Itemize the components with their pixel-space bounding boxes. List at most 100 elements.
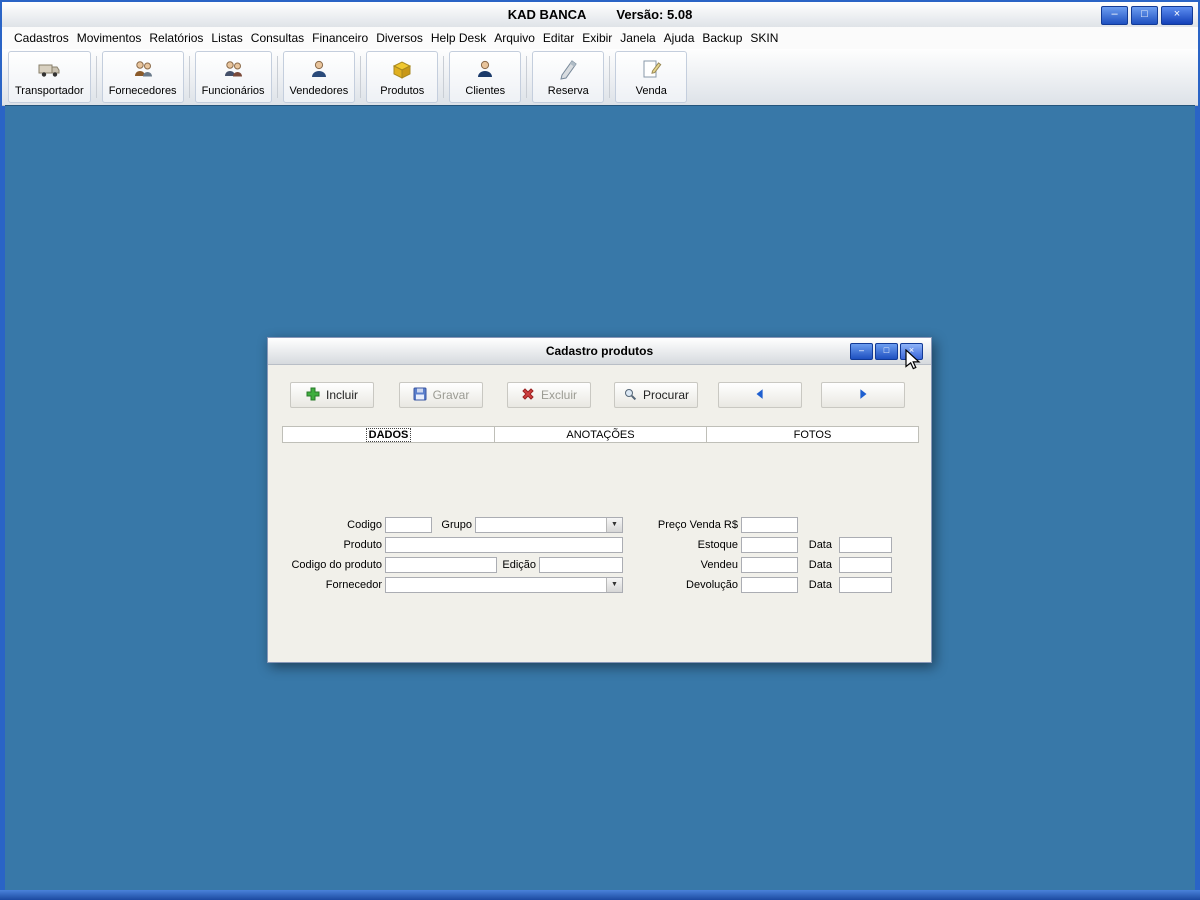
toolbar-fornecedores-button[interactable]: Fornecedores — [101, 51, 184, 103]
menu-backup[interactable]: Backup — [698, 29, 746, 47]
tab-dados[interactable]: DADOS — [282, 426, 495, 443]
edicao-input[interactable] — [539, 557, 623, 573]
menu-editar[interactable]: Editar — [539, 29, 578, 47]
edicao-label: Edição — [502, 559, 536, 571]
arrow-left-icon — [753, 387, 767, 404]
window-bottom-border — [0, 890, 1200, 900]
toolbar-transportador-button[interactable]: Transportador — [8, 51, 91, 103]
maximize-icon: □ — [883, 345, 890, 355]
mouse-cursor — [905, 348, 925, 371]
dialog-minimize-button[interactable]: – — [850, 343, 873, 360]
menu-diversos[interactable]: Diversos — [372, 29, 427, 47]
produto-input[interactable] — [385, 537, 623, 553]
toolbar-separator — [95, 56, 97, 98]
dialog-title: Cadastro produtos — [545, 344, 654, 358]
menu-ajuda[interactable]: Ajuda — [660, 29, 699, 47]
codigo-input[interactable] — [385, 517, 432, 533]
delete-x-icon — [521, 387, 535, 404]
toolbar-label: Venda — [635, 85, 667, 97]
tab-fotos[interactable]: FOTOS — [707, 426, 919, 443]
fornecedor-label: Fornecedor — [325, 579, 382, 591]
maximize-button[interactable]: □ — [1131, 6, 1158, 25]
previous-record-button[interactable] — [718, 382, 802, 408]
truck-icon — [37, 57, 61, 84]
menu-arquivo[interactable]: Arquivo — [490, 29, 539, 47]
devolucao-data-label: Data — [808, 579, 832, 591]
menu-exibir[interactable]: Exibir — [578, 29, 616, 47]
toolbar-produtos-button[interactable]: Produtos — [366, 51, 439, 103]
procurar-label: Procurar — [642, 388, 689, 402]
suppliers-people-icon — [131, 57, 155, 84]
estoque-data-input[interactable] — [839, 537, 892, 553]
dialog-titlebar[interactable]: Cadastro produtos – □ × — [268, 338, 931, 365]
menu-movimentos[interactable]: Movimentos — [73, 29, 146, 47]
codigo-produto-input[interactable] — [385, 557, 497, 573]
toolbar-clientes-button[interactable]: Clientes — [449, 51, 522, 103]
app-window: KAD BANCA Versão: 5.08 – □ × Cadastros M… — [0, 0, 1200, 900]
vendeu-input[interactable] — [741, 557, 798, 573]
toolbar-label: Produtos — [380, 85, 425, 97]
devolucao-input[interactable] — [741, 577, 798, 593]
main-titlebar[interactable]: KAD BANCA Versão: 5.08 – □ × — [2, 2, 1198, 28]
dialog-maximize-button[interactable]: □ — [875, 343, 898, 360]
window-controls: – □ × — [1101, 6, 1193, 25]
maximize-icon: □ — [1141, 8, 1148, 20]
toolbar-funcionarios-button[interactable]: Funcionários — [194, 51, 272, 103]
app-name: KAD BANCA — [507, 7, 587, 22]
codigo-label: Codigo — [347, 519, 382, 531]
minimize-button[interactable]: – — [1101, 6, 1128, 25]
excluir-label: Excluir — [540, 388, 577, 402]
menu-relatorios[interactable]: Relatórios — [145, 29, 207, 47]
salesperson-icon — [307, 57, 331, 84]
toolbar-reserva-button[interactable]: Reserva — [532, 51, 605, 103]
procurar-button[interactable]: Procurar — [614, 382, 698, 408]
menu-cadastros[interactable]: Cadastros — [10, 29, 73, 47]
estoque-label: Estoque — [697, 539, 738, 551]
reserve-document-icon — [556, 57, 580, 84]
tab-anotacoes[interactable]: ANOTAÇÕES — [495, 426, 707, 443]
menu-janela[interactable]: Janela — [616, 29, 659, 47]
toolbar-separator — [188, 56, 190, 98]
grupo-label: Grupo — [441, 519, 472, 531]
close-button[interactable]: × — [1161, 6, 1193, 25]
menu-listas[interactable]: Listas — [207, 29, 246, 47]
arrow-right-icon — [856, 387, 870, 404]
toolbar-label: Vendedores — [289, 85, 349, 97]
toolbar-vendedores-button[interactable]: Vendedores — [282, 51, 356, 103]
vendeu-data-input[interactable] — [839, 557, 892, 573]
menu-skin[interactable]: SKIN — [746, 29, 782, 47]
magnifier-icon — [623, 387, 637, 404]
client-person-icon — [473, 57, 497, 84]
vendeu-data-label: Data — [808, 559, 832, 571]
incluir-button[interactable]: Incluir — [290, 382, 374, 408]
excluir-button[interactable]: Excluir — [507, 382, 591, 408]
toolbar-label: Transportador — [15, 85, 84, 97]
toolbar-label: Clientes — [465, 85, 506, 97]
minimize-icon: – — [858, 345, 864, 355]
fornecedor-combobox[interactable]: ▼ — [385, 577, 623, 593]
estoque-input[interactable] — [741, 537, 798, 553]
gravar-button[interactable]: Gravar — [399, 382, 483, 408]
toolbar-label: Funcionários — [201, 85, 265, 97]
main-title: KAD BANCA Versão: 5.08 — [2, 2, 1198, 27]
toolbar-venda-button[interactable]: Venda — [615, 51, 688, 103]
menubar: Cadastros Movimentos Relatórios Listas C… — [2, 27, 1198, 50]
gravar-label: Gravar — [432, 388, 470, 402]
preco-venda-label: Preço Venda R$ — [657, 519, 738, 531]
estoque-data-label: Data — [808, 539, 832, 551]
devolucao-label: Devolução — [686, 579, 738, 591]
preco-venda-input[interactable] — [741, 517, 798, 533]
menu-help-desk[interactable]: Help Desk — [427, 29, 490, 47]
minimize-icon: – — [1111, 8, 1118, 20]
menu-financeiro[interactable]: Financeiro — [308, 29, 372, 47]
next-record-button[interactable] — [821, 382, 905, 408]
codigo-produto-label: Codigo do produto — [291, 559, 382, 571]
grupo-combobox[interactable]: ▼ — [475, 517, 623, 533]
menu-consultas[interactable]: Consultas — [247, 29, 308, 47]
toolbar-separator — [276, 56, 278, 98]
toolbar-separator — [609, 56, 611, 98]
mdi-client-area: Cadastro produtos – □ × Incluir Gravar E… — [5, 105, 1195, 890]
toolbar-label: Fornecedores — [108, 85, 177, 97]
toolbar-separator — [526, 56, 528, 98]
devolucao-data-input[interactable] — [839, 577, 892, 593]
